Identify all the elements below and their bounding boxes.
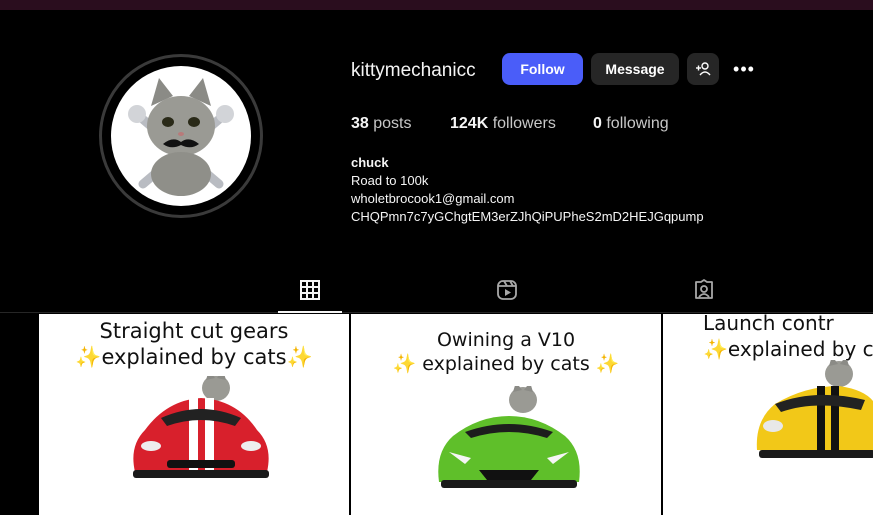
reels-icon — [497, 280, 517, 300]
post-caption: Launch contr ✨explained by c — [703, 314, 873, 362]
suggest-user-button[interactable] — [687, 53, 719, 85]
tagged-icon — [695, 279, 713, 299]
cat-mechanic-avatar-image — [128, 78, 234, 196]
tabs-divider — [0, 312, 873, 313]
username: kittymechanicc — [351, 60, 476, 81]
posts-count: 38 posts — [351, 115, 412, 133]
active-tab-indicator — [278, 311, 342, 313]
bio: chuck Road to 100k wholetbrocook1@gmail.… — [351, 154, 704, 226]
following-count[interactable]: 0 following — [593, 115, 669, 133]
followers-count-label: followers — [492, 115, 556, 132]
post-caption-line: ✨ explained by cats ✨ — [392, 353, 620, 375]
bio-email: wholetbrocook1@gmail.com — [351, 191, 515, 206]
bio-line: CHQPmn7c7yGChgtEM3erZJhQiPUPheS2mD2HEJGq… — [351, 209, 704, 224]
followers-count-value: 124K — [450, 115, 489, 132]
yellow-car-with-cat-image — [756, 360, 873, 458]
add-person-icon — [696, 62, 711, 76]
follow-button[interactable]: Follow — [502, 53, 583, 85]
following-count-value: 0 — [593, 115, 602, 132]
tab-posts[interactable] — [296, 276, 324, 304]
post-caption-line: ✨explained by cats✨ — [75, 345, 313, 369]
followers-count[interactable]: 124K followers — [450, 115, 556, 133]
post-thumbnail[interactable]: Straight cut gears ✨explained by cats✨ — [39, 314, 349, 515]
options-more-icon[interactable]: ••• — [731, 56, 757, 82]
post-caption: Straight cut gears ✨explained by cats✨ — [39, 318, 349, 370]
tab-reels[interactable] — [493, 276, 521, 304]
following-count-label: following — [606, 115, 669, 132]
post-caption-line: ✨explained by c — [703, 337, 873, 361]
green-car-with-cat-image — [438, 386, 580, 488]
more-dots: ••• — [733, 58, 755, 79]
post-caption: Owining a V10 ✨ explained by cats ✨ — [351, 328, 661, 376]
bio-line: Road to 100k — [351, 173, 429, 188]
red-car-with-cat-image — [133, 376, 269, 478]
message-button[interactable]: Message — [591, 53, 679, 85]
post-thumbnail[interactable]: Launch contr ✨explained by c — [663, 314, 873, 515]
post-thumbnail[interactable]: Owining a V10 ✨ explained by cats ✨ — [351, 314, 661, 515]
posts-count-value: 38 — [351, 115, 369, 132]
grid-icon — [300, 280, 320, 300]
top-bar — [0, 0, 873, 10]
avatar — [111, 66, 251, 206]
post-caption-line: Straight cut gears — [99, 319, 289, 343]
post-caption-line: Owining a V10 — [436, 329, 576, 351]
bio-name: chuck — [351, 155, 389, 170]
post-caption-line: Launch contr — [703, 314, 834, 335]
avatar-ring[interactable] — [99, 54, 263, 218]
tab-tagged[interactable] — [690, 276, 718, 304]
posts-count-label: posts — [373, 115, 412, 132]
